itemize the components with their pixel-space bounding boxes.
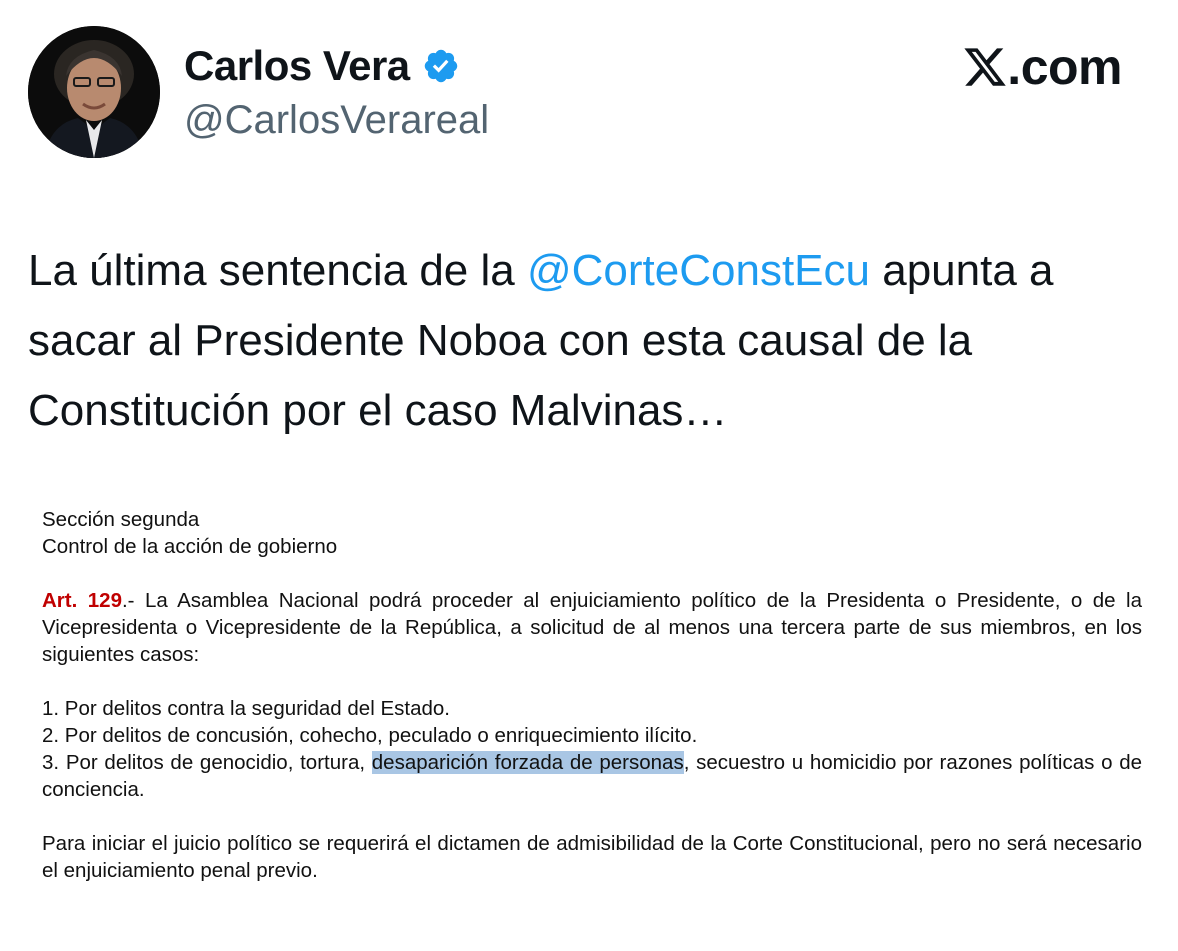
tweet-text: La última sentencia de la @CorteConstEcu… [28, 236, 1150, 446]
x-watermark: .com [961, 39, 1122, 95]
tweet-text-before: La última sentencia de la [28, 246, 527, 295]
highlighted-text: desaparición forzada de personas [371, 751, 684, 774]
tweet-header: Carlos Vera @CarlosVerareal .com [28, 26, 1150, 162]
name-row: Carlos Vera [184, 40, 489, 92]
article-text: .- La Asamblea Nacional podrá proceder a… [42, 589, 1142, 666]
watermark-text: .com [1007, 39, 1122, 95]
closing-paragraph: Para iniciar el juicio político se reque… [42, 832, 1142, 882]
avatar[interactable] [28, 26, 160, 158]
case-item-3: 3. Por delitos de genocidio, tortura, de… [42, 749, 1142, 803]
document-image: Sección segunda Control de la acción de … [42, 506, 1142, 884]
section-subtitle: Control de la acción de gobierno [42, 535, 338, 558]
x-logo-icon [964, 48, 1007, 86]
display-name[interactable]: Carlos Vera [184, 42, 410, 90]
section-title: Sección segunda [42, 508, 200, 531]
case-3-before: 3. Por delitos de genocidio, tortura, [42, 751, 372, 774]
case-item-1: 1. Por delitos contra la seguridad del E… [42, 697, 450, 720]
verified-badge-icon [424, 49, 457, 83]
author-block: Carlos Vera @CarlosVerareal [184, 40, 489, 143]
case-item-2: 2. Por delitos de concusión, cohecho, pe… [42, 724, 698, 747]
mention-link[interactable]: @CorteConstEcu [527, 246, 870, 295]
profile-photo-avatar [28, 26, 160, 158]
author-handle[interactable]: @CarlosVerareal [184, 98, 489, 143]
article-label: Art. 129 [42, 589, 122, 612]
article-paragraph: Art. 129.- La Asamblea Nacional podrá pr… [42, 587, 1142, 668]
